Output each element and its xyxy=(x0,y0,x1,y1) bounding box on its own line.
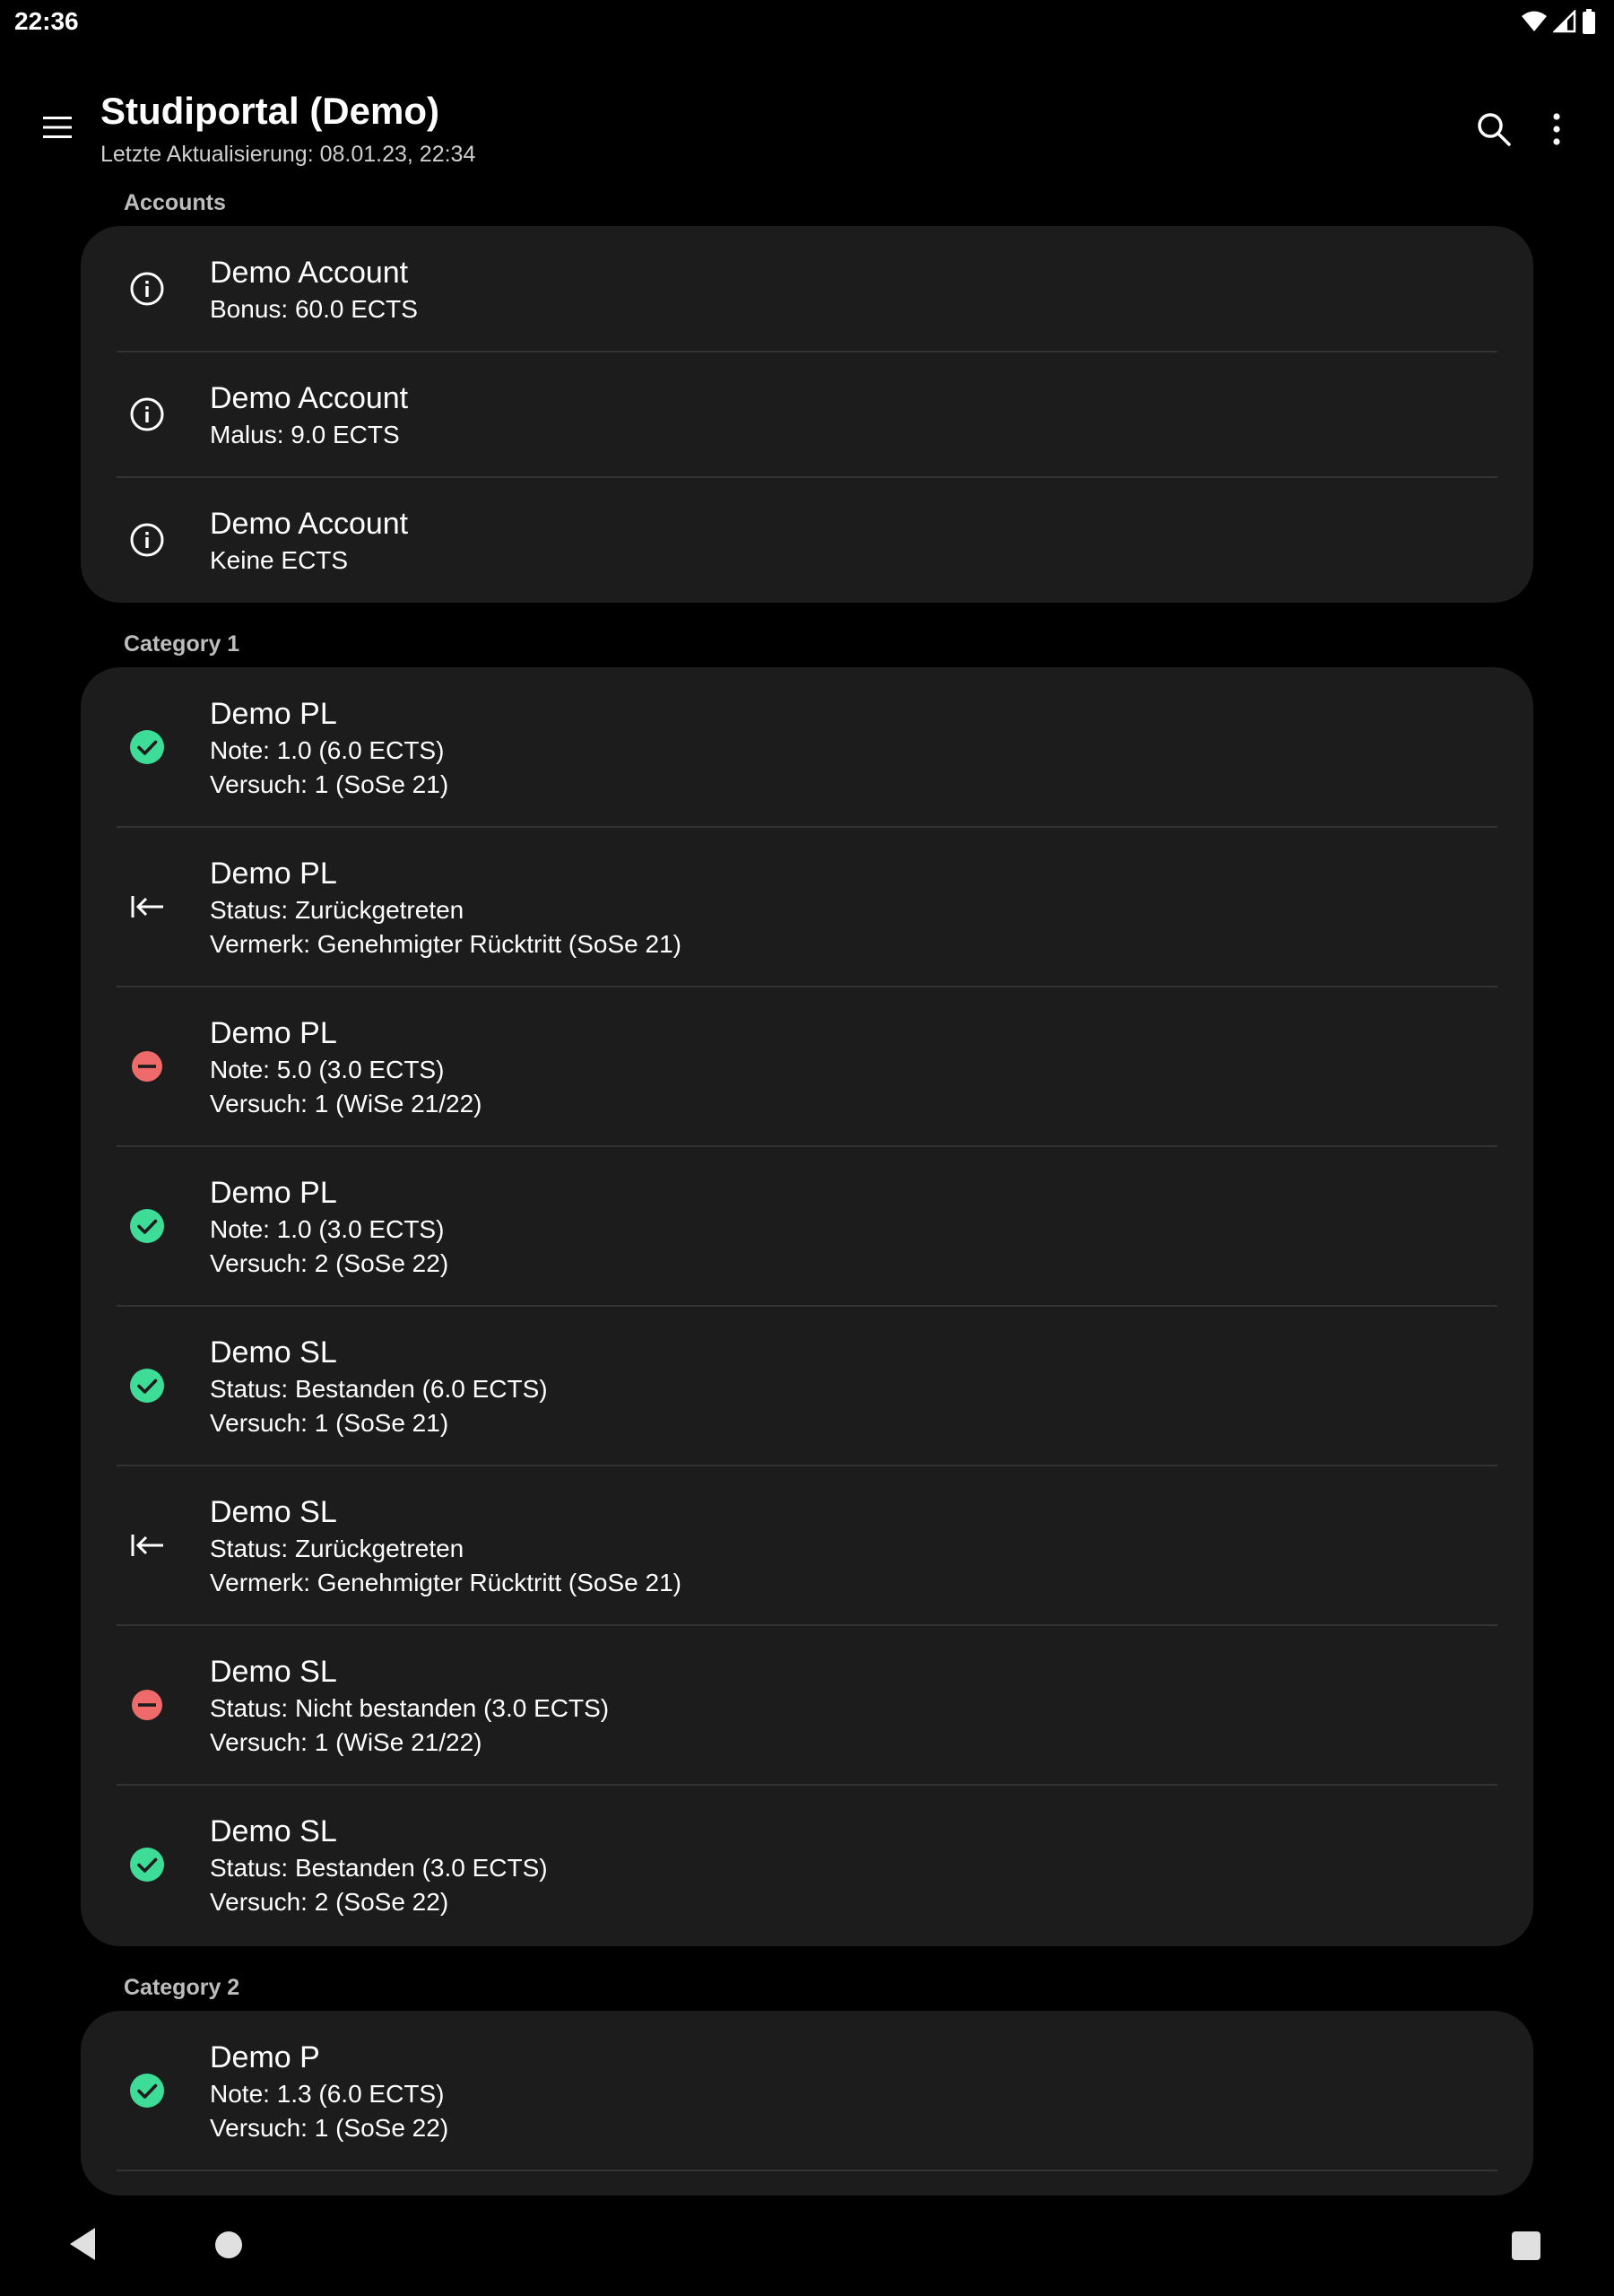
item-detail: Versuch: 1 (WiSe 21/22) xyxy=(210,1090,482,1118)
more-options-button[interactable] xyxy=(1535,108,1578,151)
list-item[interactable]: Demo Account Bonus: 60.0 ECTS xyxy=(81,226,1533,352)
list-item[interactable]: Demo SL Status: Bestanden (3.0 ECTS) Ver… xyxy=(81,1785,1533,1946)
list-item[interactable]: Demo PL Note: 1.0 (3.0 ECTS) Versuch: 2 … xyxy=(81,1146,1533,1306)
search-button[interactable] xyxy=(1472,108,1515,151)
passed-check-icon xyxy=(127,1366,167,1405)
search-icon xyxy=(1478,113,1511,146)
divider xyxy=(117,2170,1497,2171)
list-item-text: Demo PL Note: 5.0 (3.0 ECTS) Versuch: 1 … xyxy=(210,1013,1497,1121)
list-item-text: Demo SL Status: Zurückgetreten Vermerk: … xyxy=(210,1492,1497,1600)
status-icons xyxy=(1521,9,1596,34)
page-title: Studiportal (Demo) xyxy=(100,90,439,132)
signal-icon xyxy=(1553,10,1576,33)
info-icon xyxy=(127,269,167,309)
list-item[interactable]: Demo P Note: 1.3 (6.0 ECTS) Versuch: 1 (… xyxy=(81,2011,1533,2170)
status-time: 22:36 xyxy=(14,7,79,35)
item-detail: Vermerk: Genehmigter Rücktritt (SoSe 21) xyxy=(210,1569,681,1596)
item-detail: Versuch: 1 (SoSe 21) xyxy=(210,1409,449,1437)
app-bar: Studiportal (Demo) Letzte Aktualisierung… xyxy=(0,47,1614,181)
system-navigation-bar xyxy=(0,2197,1614,2296)
list-item-text: Demo PL Note: 1.0 (6.0 ECTS) Versuch: 1 … xyxy=(210,694,1497,802)
item-detail: Status: Bestanden (3.0 ECTS) xyxy=(210,1854,548,1882)
item-detail: Malus: 9.0 ECTS xyxy=(210,421,400,448)
section-header-category-1: Category 1 xyxy=(124,631,240,657)
list-item[interactable]: Demo SL Status: Nicht bestanden (3.0 ECT… xyxy=(81,1625,1533,1785)
item-title: Demo Account xyxy=(210,507,409,541)
passed-check-icon xyxy=(127,727,167,767)
item-detail: Note: 1.0 (6.0 ECTS) xyxy=(210,736,445,764)
item-title: Demo P xyxy=(210,2040,320,2074)
section-header-accounts: Accounts xyxy=(124,190,226,215)
item-title: Demo SL xyxy=(210,1655,337,1689)
failed-minus-icon xyxy=(127,1685,167,1725)
list-item[interactable]: Demo Account Keine ECTS xyxy=(81,477,1533,603)
accounts-card: Demo Account Bonus: 60.0 ECTS Demo Accou… xyxy=(81,226,1533,603)
item-detail: Versuch: 2 (SoSe 22) xyxy=(210,1888,449,1916)
last-update-subtitle: Letzte Aktualisierung: 08.01.23, 22:34 xyxy=(100,142,476,167)
item-detail: Bonus: 60.0 ECTS xyxy=(210,295,418,323)
item-title: Demo PL xyxy=(210,1176,337,1210)
passed-check-icon xyxy=(127,1845,167,1884)
menu-button[interactable] xyxy=(36,106,79,149)
item-detail: Status: Nicht bestanden (3.0 ECTS) xyxy=(210,1694,610,1722)
more-vert-icon xyxy=(1553,113,1560,145)
item-title: Demo Account xyxy=(210,256,409,290)
item-title: Demo PL xyxy=(210,697,337,731)
list-item-text: Demo SL Status: Nicht bestanden (3.0 ECT… xyxy=(210,1652,1497,1760)
item-title: Demo SL xyxy=(210,1335,337,1370)
item-detail: Status: Bestanden (6.0 ECTS) xyxy=(210,1375,548,1403)
item-detail: Keine ECTS xyxy=(210,546,349,574)
list-item[interactable]: Demo SL Status: Zurückgetreten Vermerk: … xyxy=(81,1465,1533,1625)
list-item-text: Demo Account Malus: 9.0 ECTS xyxy=(210,378,1497,452)
passed-check-icon xyxy=(127,2071,167,2110)
list-item-text: Demo PL Note: 1.0 (3.0 ECTS) Versuch: 2 … xyxy=(210,1173,1497,1281)
item-detail: Note: 5.0 (3.0 ECTS) xyxy=(210,1056,445,1083)
info-icon xyxy=(127,395,167,434)
item-detail: Note: 1.0 (3.0 ECTS) xyxy=(210,1215,445,1243)
battery-icon xyxy=(1583,9,1595,34)
item-title: Demo SL xyxy=(210,1814,337,1848)
section-header-category-2: Category 2 xyxy=(124,1975,240,2000)
list-item[interactable]: Demo SL Status: Bestanden (6.0 ECTS) Ver… xyxy=(81,1306,1533,1465)
category-2-card: Demo P Note: 1.3 (6.0 ECTS) Versuch: 1 (… xyxy=(81,2011,1533,2196)
list-item-text: Demo SL Status: Bestanden (3.0 ECTS) Ver… xyxy=(210,1812,1497,1919)
failed-minus-icon xyxy=(127,1047,167,1086)
item-detail: Note: 1.3 (6.0 ECTS) xyxy=(210,2080,445,2108)
category-1-card: Demo PL Note: 1.0 (6.0 ECTS) Versuch: 1 … xyxy=(81,667,1533,1946)
list-item-text: Demo Account Bonus: 60.0 ECTS xyxy=(210,253,1497,326)
info-icon xyxy=(127,520,167,560)
hamburger-menu-icon xyxy=(43,117,72,138)
status-bar: 22:36 xyxy=(0,0,1614,47)
item-title: Demo SL xyxy=(210,1495,337,1529)
passed-check-icon xyxy=(127,1206,167,1246)
item-title: Demo PL xyxy=(210,857,337,891)
item-detail: Status: Zurückgetreten xyxy=(210,1535,464,1562)
list-item[interactable]: Demo Account Malus: 9.0 ECTS xyxy=(81,352,1533,477)
list-item-text: Demo PL Status: Zurückgetreten Vermerk: … xyxy=(210,854,1497,961)
home-icon[interactable] xyxy=(215,2231,242,2258)
withdrawn-icon xyxy=(127,887,167,926)
item-detail: Versuch: 1 (WiSe 21/22) xyxy=(210,1728,482,1756)
withdrawn-icon xyxy=(127,1526,167,1565)
item-title: Demo Account xyxy=(210,381,409,415)
item-detail: Status: Zurückgetreten xyxy=(210,896,464,924)
list-item-text: Demo SL Status: Bestanden (6.0 ECTS) Ver… xyxy=(210,1333,1497,1440)
recent-apps-icon[interactable] xyxy=(1512,2231,1540,2260)
list-item[interactable]: Demo PL Status: Zurückgetreten Vermerk: … xyxy=(81,827,1533,987)
list-item-text: Demo P Note: 1.3 (6.0 ECTS) Versuch: 1 (… xyxy=(210,2038,1497,2145)
item-detail: Vermerk: Genehmigter Rücktritt (SoSe 21) xyxy=(210,930,681,958)
wifi-icon xyxy=(1522,11,1547,31)
item-title: Demo PL xyxy=(210,1016,337,1050)
list-item-text: Demo Account Keine ECTS xyxy=(210,504,1497,578)
list-item[interactable]: Demo PL Note: 5.0 (3.0 ECTS) Versuch: 1 … xyxy=(81,987,1533,1146)
item-detail: Versuch: 2 (SoSe 22) xyxy=(210,1249,449,1277)
back-icon[interactable] xyxy=(68,2226,97,2262)
list-item[interactable]: Demo PL Note: 1.0 (6.0 ECTS) Versuch: 1 … xyxy=(81,667,1533,827)
item-detail: Versuch: 1 (SoSe 22) xyxy=(210,2114,449,2142)
item-detail: Versuch: 1 (SoSe 21) xyxy=(210,770,449,798)
exam-list[interactable]: Accounts Demo Account Bonus: 60.0 ECTS D… xyxy=(0,181,1614,2197)
